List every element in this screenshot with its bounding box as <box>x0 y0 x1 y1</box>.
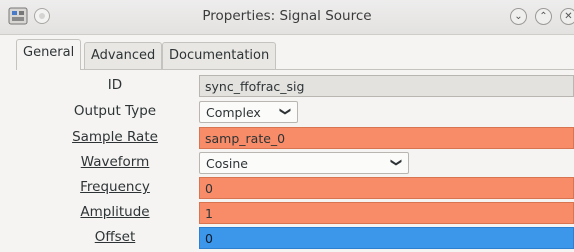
tab-documentation[interactable]: Documentation <box>162 42 277 69</box>
frequency-field[interactable]: 0 <box>199 177 574 199</box>
close-icon: ✕ <box>564 11 573 22</box>
output-type-select[interactable]: Complex ❯ <box>199 101 298 123</box>
title-bar: Properties: Signal Source ⌄ ⌃ ✕ <box>0 0 574 35</box>
row-frequency: Frequency 0 <box>0 176 574 200</box>
chevron-up-icon: ⌃ <box>539 11 548 22</box>
close-button[interactable]: ✕ <box>560 8 574 25</box>
output-type-label: Output Type <box>73 103 157 119</box>
tab-general[interactable]: General <box>16 39 82 70</box>
chevron-down-icon: ⌄ <box>514 11 523 22</box>
maximize-button[interactable]: ⌃ <box>535 8 552 25</box>
chevron-down-icon: ❯ <box>389 157 403 168</box>
offset-field[interactable]: 0 <box>199 227 574 249</box>
sample-rate-label: Sample Rate <box>72 129 158 145</box>
waveform-select[interactable]: Cosine ❯ <box>199 152 409 174</box>
waveform-value: Cosine <box>206 156 248 171</box>
row-sample-rate: Sample Rate samp_rate_0 <box>0 126 574 150</box>
amplitude-label: Amplitude <box>80 204 150 220</box>
tab-bar: General Advanced Documentation <box>0 34 574 70</box>
id-label: ID <box>107 77 123 93</box>
minimize-button[interactable]: ⌄ <box>510 8 527 25</box>
id-field[interactable]: sync_ffofrac_sig <box>199 75 574 97</box>
amplitude-field[interactable]: 1 <box>199 202 574 224</box>
tab-advanced[interactable]: Advanced <box>84 42 163 69</box>
row-offset: Offset 0 <box>0 226 574 250</box>
frequency-label: Frequency <box>80 179 150 195</box>
window-title: Properties: Signal Source <box>202 8 372 24</box>
output-type-value: Complex <box>206 105 261 120</box>
row-amplitude: Amplitude 1 <box>0 201 574 225</box>
tab-divider <box>16 69 574 70</box>
chevron-down-icon: ❯ <box>278 106 292 117</box>
row-id: ID sync_ffofrac_sig <box>0 74 574 98</box>
sample-rate-field[interactable]: samp_rate_0 <box>199 127 574 149</box>
offset-label: Offset <box>94 229 136 245</box>
row-output-type: Output Type Complex ❯ <box>0 100 574 124</box>
waveform-label: Waveform <box>80 154 150 170</box>
row-waveform: Waveform Cosine ❯ <box>0 151 574 175</box>
